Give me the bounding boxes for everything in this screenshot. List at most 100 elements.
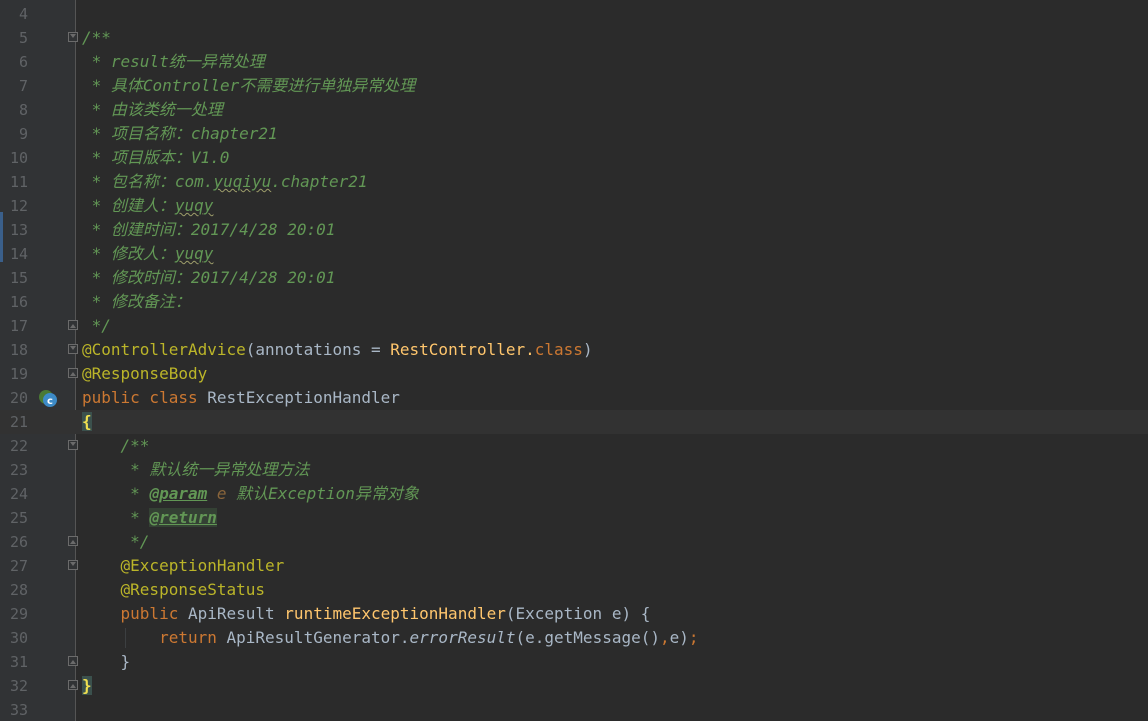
fold-toggle-icon[interactable] (68, 680, 78, 690)
code-line[interactable]: 22 /** (0, 434, 1148, 458)
keyword: public class (82, 388, 208, 407)
line-number: 30 (9, 629, 28, 647)
code-token: (Exception e) { (505, 604, 651, 623)
code-line[interactable]: 20 c public class RestExceptionHandler (0, 386, 1148, 410)
doc-comment-text: * 项目版本：V1.0 (82, 148, 230, 167)
fold-toggle-icon[interactable] (68, 536, 78, 546)
fold-toggle-icon[interactable] (68, 368, 78, 378)
annotation: @ExceptionHandler (82, 556, 285, 575)
code-line[interactable]: 9 * 项目名称：chapter21 (0, 122, 1148, 146)
code-token: ; (688, 628, 699, 647)
code-line[interactable]: 11 * 包名称：com.yuqiyu.chapter21 (0, 170, 1148, 194)
type-name: ApiResult (187, 604, 285, 623)
fold-toggle-icon[interactable] (68, 440, 78, 450)
line-number: 24 (9, 485, 28, 503)
code-line[interactable]: 6 * result统一异常处理 (0, 50, 1148, 74)
spellcheck-word[interactable]: yuqy (175, 244, 214, 263)
fold-toggle-icon[interactable] (68, 656, 78, 666)
code-line[interactable]: 7 * 具体Controller不需要进行单独异常处理 (0, 74, 1148, 98)
code-line[interactable]: 13 * 创建时间：2017/4/28 20:01 (0, 218, 1148, 242)
doc-comment-text: * 项目名称：chapter21 (82, 124, 278, 143)
annotation: @ControllerAdvice (82, 340, 246, 359)
line-number: 9 (18, 125, 28, 143)
spellcheck-word[interactable]: yuqy (175, 196, 214, 215)
code-line[interactable]: 19 @ResponseBody (0, 362, 1148, 386)
indent-guide (125, 628, 126, 648)
line-number: 17 (9, 317, 28, 335)
line-number: 23 (9, 461, 28, 479)
keyword: return (82, 628, 227, 647)
doc-comment-text: * (82, 484, 150, 503)
code-line[interactable]: 18 @ControllerAdvice(annotations = RestC… (0, 338, 1148, 362)
code-line[interactable]: 17 */ (0, 314, 1148, 338)
line-number: 22 (9, 437, 28, 455)
code-line[interactable]: 31 } (0, 650, 1148, 674)
code-line[interactable]: 25 * @return (0, 506, 1148, 530)
code-line[interactable]: 5 /** (0, 26, 1148, 50)
code-line[interactable]: 12 * 创建人：yuqy (0, 194, 1148, 218)
code-line[interactable]: 33 (0, 698, 1148, 721)
doc-comment-text: /** (82, 28, 111, 47)
line-number: 13 (9, 221, 28, 239)
method-call: errorResult (409, 628, 516, 647)
doc-comment-text: .chapter21 (271, 172, 368, 191)
line-number: 6 (18, 53, 28, 71)
code-token: ) (582, 340, 593, 359)
code-line[interactable]: 8 * 由该类统一处理 (0, 98, 1148, 122)
doc-comment-text: * result统一异常处理 (82, 52, 265, 71)
code-line[interactable]: 24 * @param e 默认Exception异常对象 (0, 482, 1148, 506)
code-line[interactable]: 15 * 修改时间：2017/4/28 20:01 (0, 266, 1148, 290)
code-token: } (82, 652, 131, 671)
code-token: , (660, 628, 670, 647)
code-line[interactable]: 14 * 修改人：yuqy (0, 242, 1148, 266)
doc-comment-text: * 创建时间：2017/4/28 20:01 (82, 220, 336, 239)
code-token: RestController. (390, 340, 535, 359)
doc-comment-text: * 修改备注： (82, 292, 191, 311)
line-number: 26 (9, 533, 28, 551)
line-number: 8 (18, 101, 28, 119)
fold-toggle-icon[interactable] (68, 32, 78, 42)
line-number: 15 (9, 269, 28, 287)
code-token: e) (669, 628, 689, 647)
doc-comment-text: * 修改人： (82, 244, 175, 263)
line-number: 7 (18, 77, 28, 95)
code-line[interactable]: 10 * 项目版本：V1.0 (0, 146, 1148, 170)
code-line[interactable]: 32 } (0, 674, 1148, 698)
line-number: 28 (9, 581, 28, 599)
fold-toggle-icon[interactable] (68, 560, 78, 570)
code-token: ApiResultGenerator. (226, 628, 410, 647)
matching-brace: { (82, 412, 92, 431)
annotation: @ResponseBody (82, 364, 208, 383)
code-line[interactable]: 16 * 修改备注： (0, 290, 1148, 314)
doc-comment-text: * 具体Controller不需要进行单独异常处理 (82, 76, 416, 95)
doc-comment-text: * 修改时间：2017/4/28 20:01 (82, 268, 336, 287)
keyword: public (82, 604, 188, 623)
spellcheck-word[interactable]: yuqiyu (213, 172, 271, 191)
current-line[interactable]: 21 { (0, 410, 1148, 434)
fold-toggle-icon[interactable] (68, 320, 78, 330)
code-line[interactable]: 27 @ExceptionHandler (0, 554, 1148, 578)
code-line[interactable]: 23 * 默认统一异常处理方法 (0, 458, 1148, 482)
line-number: 10 (9, 149, 28, 167)
annotation: @ResponseStatus (82, 580, 266, 599)
doc-tag[interactable]: @return (149, 508, 217, 527)
line-number: 31 (9, 653, 28, 671)
doc-comment-text: * 默认统一异常处理方法 (82, 460, 310, 479)
class-implementation-icon[interactable]: c (38, 388, 58, 408)
doc-tag: @param (149, 484, 208, 503)
line-number: 4 (18, 5, 28, 23)
line-number: 29 (9, 605, 28, 623)
matching-brace: } (82, 676, 92, 695)
line-number: 18 (9, 341, 28, 359)
code-line[interactable]: 30 return ApiResultGenerator.errorResult… (0, 626, 1148, 650)
code-line[interactable]: 29 public ApiResult runtimeExceptionHand… (0, 602, 1148, 626)
code-token: (e.getMessage() (515, 628, 661, 647)
code-line[interactable]: 26 */ (0, 530, 1148, 554)
code-token: (annotations = (245, 340, 391, 359)
code-line[interactable]: 4 (0, 2, 1148, 26)
code-line[interactable]: 28 @ResponseStatus (0, 578, 1148, 602)
fold-toggle-icon[interactable] (68, 344, 78, 354)
code-editor[interactable]: 4 5 /** 6 * result统一异常处理 7 * 具体Controlle… (0, 0, 1148, 721)
doc-comment-text: * 由该类统一处理 (82, 100, 223, 119)
line-number: 14 (9, 245, 28, 263)
